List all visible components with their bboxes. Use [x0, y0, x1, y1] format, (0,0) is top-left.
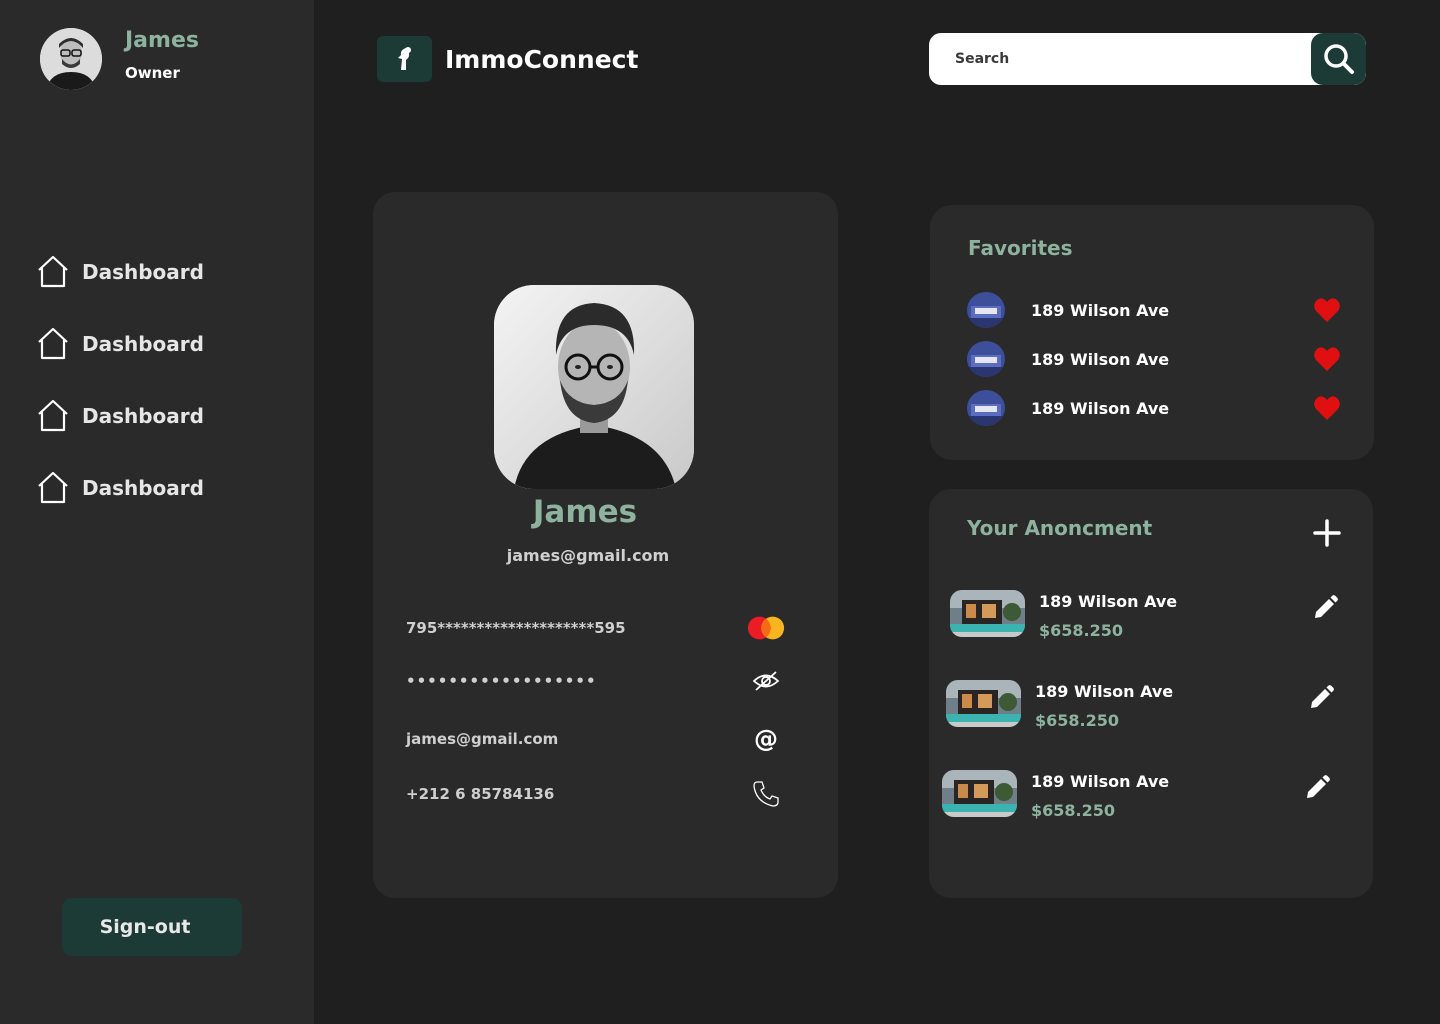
sidebar-item-label: Dashboard — [82, 476, 204, 500]
sidebar-item-dashboard[interactable]: Dashboard — [36, 398, 204, 434]
sign-out-button[interactable]: Sign-out — [62, 898, 242, 956]
announcement-item[interactable]: 189 Wilson Ave $658.250 — [946, 680, 1336, 730]
property-thumbnail — [942, 770, 1017, 817]
sidebar-item-label: Dashboard — [82, 332, 204, 356]
sidebar-nav: Dashboard Dashboard Dashboard Dashboard — [36, 254, 204, 542]
favorite-item[interactable]: 189 Wilson Ave — [967, 390, 1341, 426]
heart-icon[interactable] — [1313, 395, 1341, 421]
card-number-row: 795********************595 — [406, 613, 786, 643]
logo-icon — [377, 36, 432, 82]
announcement-address: 189 Wilson Ave — [1035, 682, 1174, 701]
contact-email-row: james@gmail.com @ — [406, 724, 786, 754]
brand[interactable]: ImmoConnect — [377, 36, 638, 82]
eye-off-icon[interactable] — [746, 666, 786, 696]
home-icon — [38, 255, 68, 288]
at-sign-icon: @ — [754, 725, 778, 753]
home-icon — [38, 471, 68, 504]
avatar[interactable] — [40, 28, 102, 90]
pencil-icon[interactable] — [1307, 684, 1335, 712]
plus-icon[interactable] — [1310, 516, 1344, 550]
profile-card: James james@gmail.com 795***************… — [373, 192, 838, 898]
sidebar-item-dashboard[interactable]: Dashboard — [36, 254, 204, 290]
property-thumbnail — [967, 341, 1005, 377]
announcement-address: 189 Wilson Ave — [1039, 592, 1178, 611]
search-button[interactable] — [1311, 33, 1366, 85]
property-thumbnail — [946, 680, 1021, 727]
pencil-icon[interactable] — [1303, 774, 1331, 802]
announcement-price: $658.250 — [1035, 711, 1120, 730]
favorite-item[interactable]: 189 Wilson Ave — [967, 341, 1341, 377]
sidebar-item-label: Dashboard — [82, 404, 204, 428]
mastercard-icon — [746, 613, 786, 643]
sidebar-item-dashboard[interactable]: Dashboard — [36, 326, 204, 362]
pencil-icon[interactable] — [1311, 594, 1339, 622]
user-role: Owner — [125, 64, 180, 82]
contact-email: james@gmail.com — [406, 730, 559, 748]
search-input[interactable] — [929, 33, 1311, 85]
sidebar-item-label: Dashboard — [82, 260, 204, 284]
announcement-item[interactable]: 189 Wilson Ave $658.250 — [942, 770, 1332, 820]
announcements-title: Your Anoncment — [967, 516, 1153, 540]
phone-number: +212 6 85784136 — [406, 785, 555, 803]
announcement-item[interactable]: 189 Wilson Ave $658.250 — [950, 590, 1340, 640]
search-icon — [1323, 44, 1354, 74]
profile-email: james@gmail.com — [506, 546, 670, 565]
favorite-label: 189 Wilson Ave — [1031, 398, 1170, 418]
password-row: •••••••••••••••••• — [406, 666, 786, 696]
phone-icon — [746, 779, 786, 809]
property-thumbnail — [967, 292, 1005, 328]
profile-name: James — [532, 494, 638, 530]
password-mask: •••••••••••••••••• — [406, 672, 597, 690]
brand-name: ImmoConnect — [445, 44, 639, 74]
favorites-card: Favorites 189 Wilson Ave 189 Wilson Ave … — [930, 205, 1374, 460]
card-number: 795********************595 — [406, 619, 626, 637]
sidebar: James Owner Dashboard Dashboard Dashboar… — [0, 0, 314, 1024]
heart-icon[interactable] — [1313, 297, 1341, 323]
favorite-label: 189 Wilson Ave — [1031, 349, 1170, 369]
phone-row: +212 6 85784136 — [406, 779, 786, 809]
search-bar — [929, 33, 1366, 85]
home-icon — [38, 399, 68, 432]
announcement-price: $658.250 — [1031, 801, 1116, 820]
heart-icon[interactable] — [1313, 346, 1341, 372]
announcement-price: $658.250 — [1039, 621, 1124, 640]
user-name: James — [125, 28, 199, 53]
announcements-card: Your Anoncment 189 Wilson Ave $658.250 1… — [929, 489, 1373, 898]
profile-photo — [494, 285, 694, 489]
favorite-item[interactable]: 189 Wilson Ave — [967, 292, 1341, 328]
favorite-label: 189 Wilson Ave — [1031, 300, 1170, 320]
property-thumbnail — [967, 390, 1005, 426]
favorites-title: Favorites — [968, 236, 1073, 260]
home-icon — [38, 327, 68, 360]
property-thumbnail — [950, 590, 1025, 637]
user-header: James Owner — [40, 28, 199, 90]
announcement-address: 189 Wilson Ave — [1031, 772, 1170, 791]
sidebar-item-dashboard[interactable]: Dashboard — [36, 470, 204, 506]
